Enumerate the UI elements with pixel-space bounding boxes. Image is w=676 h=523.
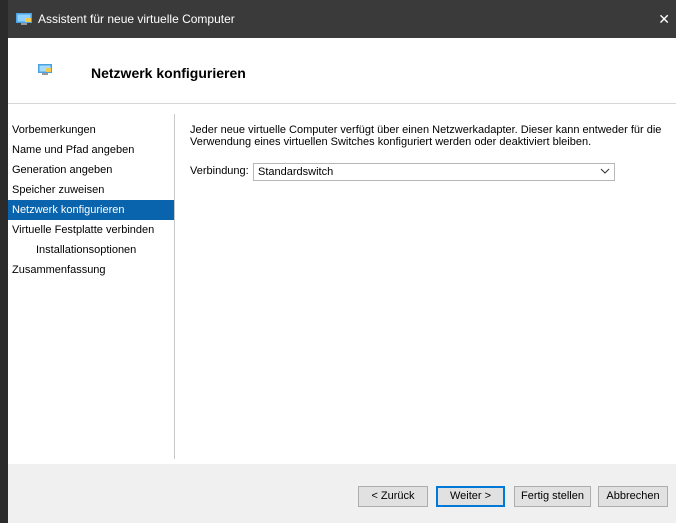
- wizard-window: Assistent für neue virtuelle Computer ✕ …: [8, 0, 676, 523]
- nav-item-speicher[interactable]: Speicher zuweisen: [8, 180, 174, 200]
- close-icon[interactable]: ✕: [646, 0, 676, 38]
- finish-button[interactable]: Fertig stellen: [514, 486, 591, 507]
- nav-item-netzwerk[interactable]: Netzwerk konfigurieren: [8, 200, 174, 220]
- back-button[interactable]: < Zurück: [358, 486, 428, 507]
- nav-divider: [174, 114, 175, 459]
- page-title: Netzwerk konfigurieren: [91, 65, 246, 81]
- window-title: Assistent für neue virtuelle Computer: [38, 12, 235, 26]
- connection-row: Verbindung: Standardswitch: [190, 163, 665, 181]
- description-line-1: Jeder neue virtuelle Computer verfügt üb…: [190, 124, 662, 136]
- nav-item-festplatte[interactable]: Virtuelle Festplatte verbinden: [8, 220, 174, 240]
- nav-item-installationsoptionen[interactable]: Installationsoptionen: [8, 240, 174, 260]
- chevron-down-icon: [600, 168, 610, 174]
- nav-item-vorbemerkungen[interactable]: Vorbemerkungen: [8, 120, 174, 140]
- nav-item-name-und-pfad[interactable]: Name und Pfad angeben: [8, 140, 174, 160]
- connection-dropdown[interactable]: Standardswitch: [253, 163, 615, 181]
- network-monitor-icon: [38, 64, 52, 75]
- wizard-footer: < Zurück Weiter > Fertig stellen Abbrech…: [8, 464, 676, 523]
- cancel-button[interactable]: Abbrechen: [598, 486, 668, 507]
- next-button[interactable]: Weiter >: [436, 486, 505, 507]
- connection-value: Standardswitch: [258, 166, 334, 178]
- description-line-2: Verwendung eines virtuellen Switches kon…: [190, 136, 592, 148]
- page-header: Netzwerk konfigurieren: [8, 38, 676, 104]
- connection-label: Verbindung:: [190, 165, 249, 177]
- step-navigation: Vorbemerkungen Name und Pfad angeben Gen…: [8, 120, 174, 280]
- title-bar: Assistent für neue virtuelle Computer ✕: [8, 0, 676, 38]
- nav-item-generation[interactable]: Generation angeben: [8, 160, 174, 180]
- wizard-body: Vorbemerkungen Name und Pfad angeben Gen…: [8, 104, 676, 464]
- hyperv-monitor-icon: [16, 13, 32, 25]
- nav-item-zusammenfassung[interactable]: Zusammenfassung: [8, 260, 174, 280]
- content-panel: Jeder neue virtuelle Computer verfügt üb…: [190, 124, 665, 181]
